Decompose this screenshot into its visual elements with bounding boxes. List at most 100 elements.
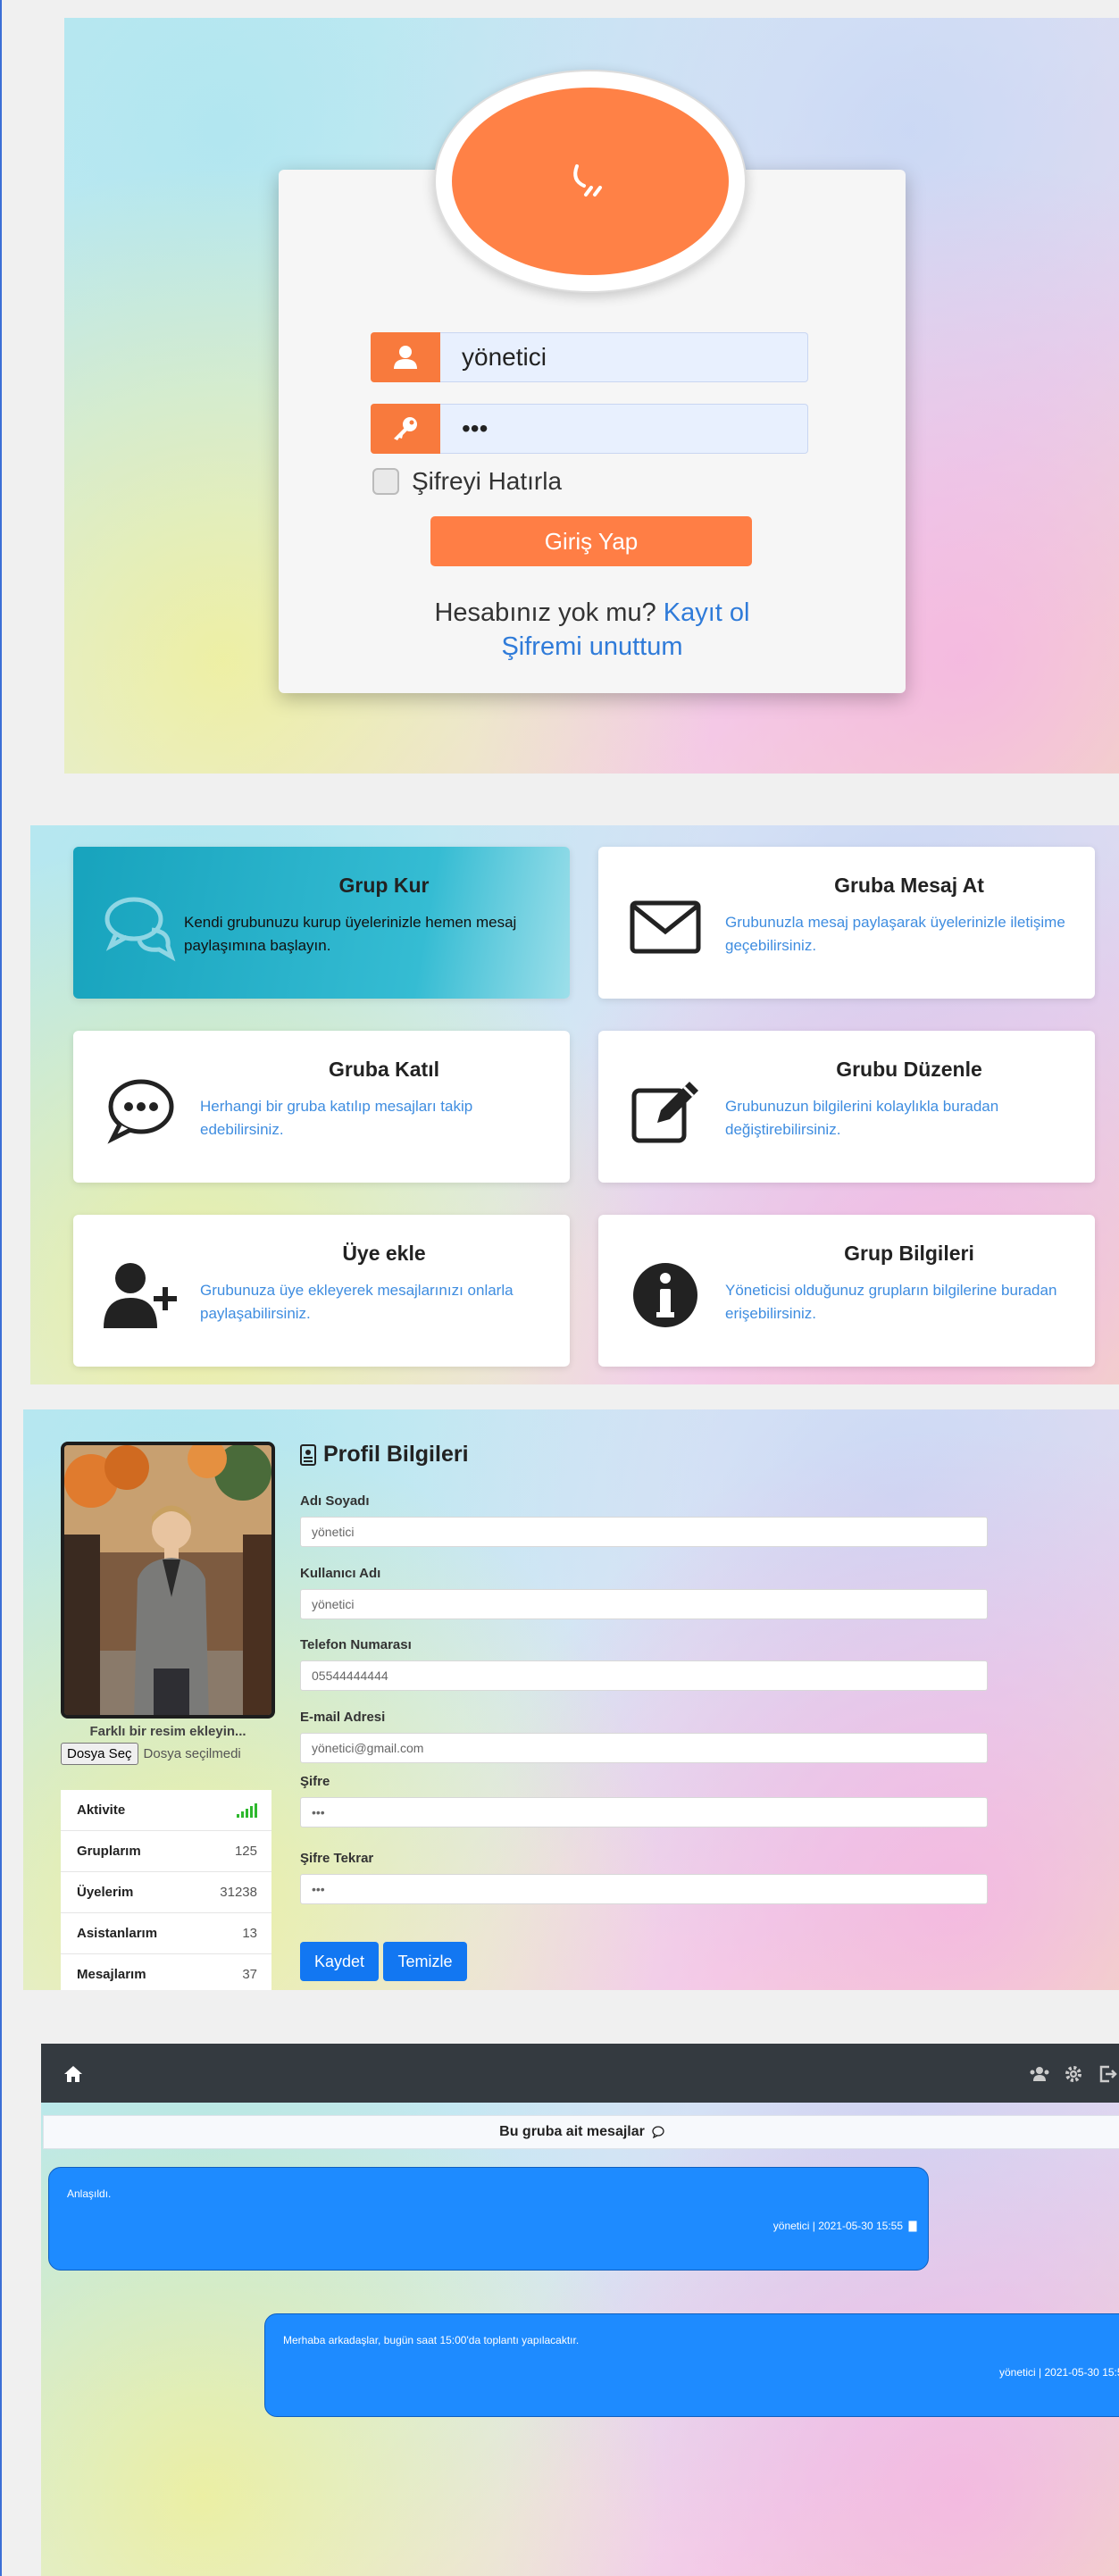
envelope-icon: [630, 900, 701, 954]
choose-file-button[interactable]: Dosya Seç: [61, 1743, 138, 1765]
gear-icon[interactable]: [1063, 2063, 1084, 2085]
feature-card-gruba-mesaj-at[interactable]: Gruba Mesaj At Grubunuzla mesaj paylaşar…: [598, 847, 1095, 999]
message-meta: yönetici | 2021-05-30 15:54 |: [999, 2366, 1119, 2379]
stat-row-assistants: Asistanlarım 13: [61, 1913, 271, 1954]
message-text: Anlaşıldı.: [67, 2187, 112, 2200]
stat-label: Aktivite: [77, 1802, 126, 1818]
loading-spinner-icon: [573, 164, 602, 197]
phone-input[interactable]: [300, 1660, 988, 1691]
feature-desc: Kendi grubunuzu kurup üyelerinizle hemen…: [184, 914, 517, 954]
fullname-input[interactable]: [300, 1517, 988, 1547]
message-bubble: Anlaşıldı. yönetici | 2021-05-30 15:55: [48, 2167, 929, 2271]
profile-title-text: Profil Bilgileri: [323, 1442, 469, 1467]
user-plus-icon: [104, 1263, 177, 1328]
remember-me[interactable]: Şifreyi Hatırla: [372, 467, 562, 496]
feature-title: Grup Bilgileri: [844, 1242, 974, 1265]
username-input[interactable]: [440, 332, 808, 382]
feature-card-grup-bilgileri[interactable]: Grup Bilgileri Yöneticisi olduğunuz grup…: [598, 1215, 1095, 1367]
edit-icon: [631, 1082, 698, 1143]
comment-dots-icon: [107, 1079, 174, 1144]
profile-photo: [61, 1442, 275, 1719]
field-label-email: E-mail Adresi: [300, 1710, 386, 1725]
stat-row-activity: Aktivite: [61, 1790, 271, 1831]
feature-card-uye-ekle[interactable]: Üye ekle Grubunuza üye ekleyerek mesajla…: [73, 1215, 570, 1367]
features-section: Grup Kur Kendi grubunuzu kurup üyelerini…: [30, 825, 1119, 1384]
feature-desc: Grubunuzla mesaj paylaşarak üyelerinizle…: [725, 914, 1065, 954]
stats-list: Aktivite Gruplarım 125 Üyelerim 31238 As…: [61, 1790, 271, 1990]
profile-section: Farklı bir resim ekleyin... Dosya Seç Do…: [23, 1409, 1119, 1990]
signal-bars-icon: [237, 1802, 257, 1818]
document-icon[interactable]: [908, 2221, 917, 2232]
feature-desc: Yöneticisi olduğunuz grupların bilgileri…: [725, 1282, 1057, 1322]
message-text: Merhaba arkadaşlar, bugün saat 15:00'da …: [283, 2334, 580, 2346]
register-link[interactable]: Kayıt ol: [664, 598, 750, 627]
users-icon[interactable]: [1029, 2063, 1050, 2085]
logout-icon[interactable]: [1097, 2063, 1118, 2085]
stat-value: 125: [234, 1844, 257, 1859]
chat-bubbles-icon: [104, 897, 176, 962]
profile-photo-image: [64, 1445, 271, 1715]
home-icon[interactable]: [63, 2063, 84, 2085]
no-account-text: Hesabınız yok mu?: [434, 598, 656, 627]
password-repeat-field[interactable]: [300, 1874, 988, 1904]
field-label-password-repeat: Şifre Tekrar: [300, 1851, 374, 1866]
stat-label: Üyelerim: [77, 1885, 134, 1900]
feature-title: Grup Kur: [338, 874, 430, 897]
message-meta-text: yönetici | 2021-05-30 15:54 |: [999, 2366, 1119, 2379]
feature-title: Üye ekle: [342, 1242, 426, 1265]
message-meta-text: yönetici | 2021-05-30 15:55: [772, 2220, 903, 2232]
feature-card-grubu-duzenle[interactable]: Grubu Düzenle Grubunuzun bilgilerini kol…: [598, 1031, 1095, 1183]
file-status: Dosya seçilmedi: [143, 1746, 241, 1761]
field-label-fullname: Adı Soyadı: [300, 1493, 370, 1509]
stat-value: 37: [242, 1967, 257, 1982]
email-field[interactable]: [300, 1733, 988, 1763]
remember-label: Şifreyi Hatırla: [412, 467, 563, 495]
stat-row-messages: Mesajlarım 37: [61, 1954, 271, 1990]
login-avatar: [434, 70, 747, 293]
username-row: [371, 332, 808, 382]
password-row: [371, 404, 808, 454]
profile-title: Profil Bilgileri: [300, 1442, 469, 1468]
register-line: Hesabınız yok mu? Kayıt ol: [279, 598, 906, 628]
feature-card-grup-kur[interactable]: Grup Kur Kendi grubunuzu kurup üyelerini…: [73, 847, 570, 999]
user-icon: [371, 332, 440, 382]
stat-label: Mesajlarım: [77, 1967, 146, 1982]
feature-title: Grubu Düzenle: [836, 1058, 982, 1081]
forgot-line: Şifremi unuttum: [279, 632, 906, 662]
stat-value: 13: [242, 1926, 257, 1941]
forgot-password-link[interactable]: Şifremi unuttum: [501, 632, 682, 661]
messages-section: Bu gruba ait mesajlar Anlaşıldı. yönetic…: [41, 2044, 1119, 2576]
save-button[interactable]: Kaydet: [300, 1942, 379, 1981]
stat-row-members: Üyelerim 31238: [61, 1872, 271, 1913]
file-upload: Dosya Seç Dosya seçilmedi: [61, 1743, 241, 1765]
stat-label: Gruplarım: [77, 1844, 141, 1859]
message-bubble: Merhaba arkadaşlar, bugün saat 15:00'da …: [264, 2313, 1119, 2417]
field-label-password: Şifre: [300, 1774, 330, 1789]
clear-button[interactable]: Temizle: [383, 1942, 467, 1981]
stat-value: 31238: [220, 1885, 257, 1900]
feature-desc: Grubunuza üye ekleyerek mesajlarınızı on…: [200, 1282, 514, 1322]
top-navbar: [41, 2044, 1119, 2103]
feature-desc: Grubunuzun bilgilerini kolaylıkla burada…: [725, 1098, 999, 1138]
message-meta: yönetici | 2021-05-30 15:55: [773, 2220, 917, 2232]
stat-label: Asistanlarım: [77, 1926, 158, 1941]
info-circle-icon: [633, 1263, 697, 1327]
password-field[interactable]: [300, 1797, 988, 1827]
photo-caption: Farklı bir resim ekleyin...: [89, 1724, 246, 1739]
feature-title: Gruba Mesaj At: [834, 874, 984, 897]
field-label-phone: Telefon Numarası: [300, 1637, 412, 1652]
comment-icon: [652, 2126, 664, 2138]
login-section: Şifreyi Hatırla Giriş Yap Hesabınız yok …: [64, 18, 1119, 774]
password-input[interactable]: [440, 404, 808, 454]
feature-card-gruba-katil[interactable]: Gruba Katıl Herhangi bir gruba katılıp m…: [73, 1031, 570, 1183]
username-field[interactable]: [300, 1589, 988, 1619]
field-label-username: Kullanıcı Adı: [300, 1566, 381, 1581]
stat-row-groups: Gruplarım 125: [61, 1831, 271, 1872]
messages-header-text: Bu gruba ait mesajlar: [499, 2124, 645, 2139]
id-card-icon: [300, 1443, 316, 1466]
login-button[interactable]: Giriş Yap: [430, 516, 752, 566]
messages-header: Bu gruba ait mesajlar: [43, 2115, 1119, 2149]
remember-checkbox[interactable]: [372, 468, 399, 495]
key-icon: [371, 404, 440, 454]
feature-desc: Herhangi bir gruba katılıp mesajları tak…: [200, 1098, 473, 1138]
